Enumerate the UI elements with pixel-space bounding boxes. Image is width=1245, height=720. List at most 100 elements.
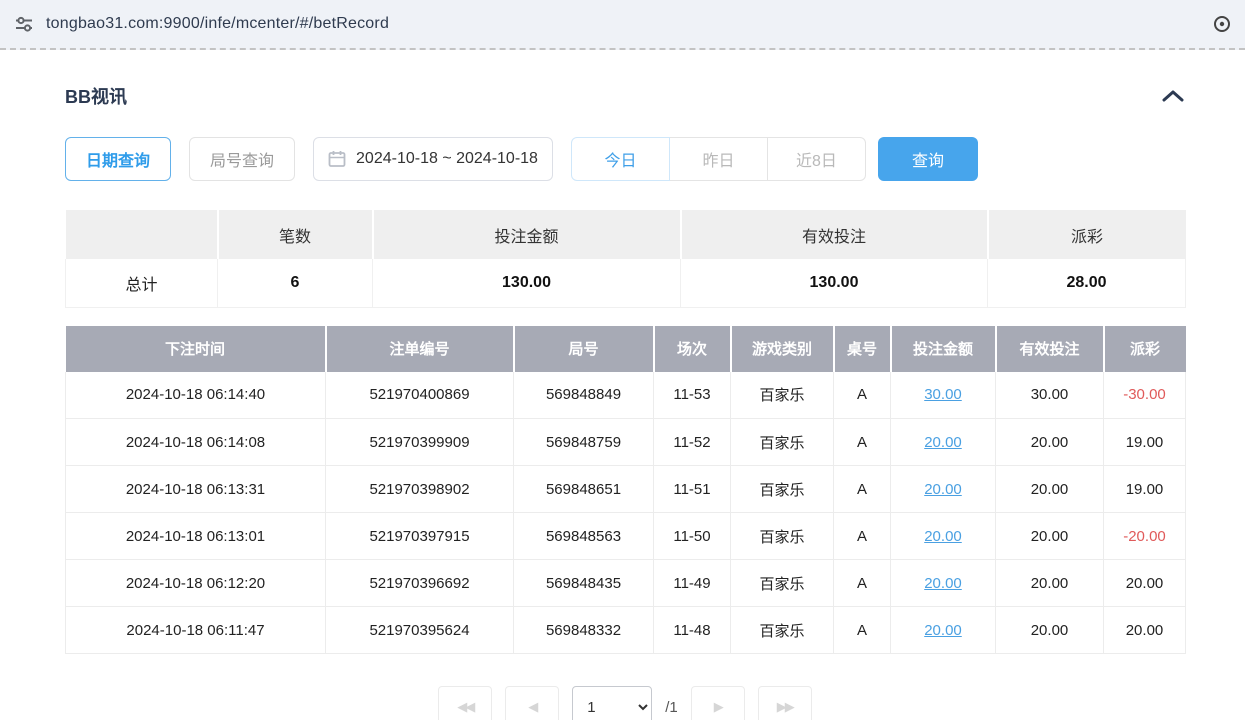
session-cell: 11-49 <box>654 560 731 607</box>
table-code-cell: A <box>834 513 891 560</box>
last-8-days-button[interactable]: 近8日 <box>767 137 866 181</box>
payout-cell: -30.00 <box>1104 372 1186 419</box>
bet-time-cell: 2024-10-18 06:13:01 <box>66 513 326 560</box>
payout-cell: -20.00 <box>1104 513 1186 560</box>
header-valid-bet: 有效投注 <box>996 326 1104 372</box>
table-code-cell: A <box>834 372 891 419</box>
next-page-button[interactable]: ▶ <box>691 686 745 720</box>
calendar-icon <box>328 150 346 168</box>
header-session: 场次 <box>654 326 731 372</box>
quick-range-group: 今日 昨日 近8日 <box>571 137 866 181</box>
header-bet-amount: 投注金额 <box>891 326 996 372</box>
round-number-cell: 569848563 <box>514 513 654 560</box>
game-type-cell: 百家乐 <box>731 560 834 607</box>
table-row: 2024-10-18 06:14:40 521970400869 5698488… <box>66 372 1186 419</box>
table-row: 2024-10-18 06:12:20 521970396692 5698484… <box>66 560 1186 607</box>
table-code-cell: A <box>834 466 891 513</box>
header-game-type: 游戏类别 <box>731 326 834 372</box>
bet-amount-cell: 20.00 <box>891 466 996 513</box>
bet-amount-link[interactable]: 20.00 <box>924 622 962 639</box>
bet-amount-link[interactable]: 20.00 <box>924 481 962 498</box>
game-type-cell: 百家乐 <box>731 419 834 466</box>
table-row: 2024-10-18 06:14:08 521970399909 5698487… <box>66 419 1186 466</box>
collapse-chevron-up-icon[interactable] <box>1161 89 1185 103</box>
page-title: BB视讯 <box>65 83 127 109</box>
panel-header: BB视讯 <box>65 83 1185 109</box>
session-cell: 11-48 <box>654 607 731 654</box>
table-code-cell: A <box>834 607 891 654</box>
valid-bet-cell: 20.00 <box>996 466 1104 513</box>
header-round-number: 局号 <box>514 326 654 372</box>
session-cell: 11-50 <box>654 513 731 560</box>
valid-bet-cell: 20.00 <box>996 560 1104 607</box>
pagination: ◀◀ ◀ 1 /1 ▶ ▶▶ <box>65 686 1185 720</box>
date-range-value: 2024-10-18 ~ 2024-10-18 <box>356 150 538 168</box>
game-type-cell: 百家乐 <box>731 466 834 513</box>
prev-page-button[interactable]: ◀ <box>505 686 559 720</box>
round-number-cell: 569848435 <box>514 560 654 607</box>
valid-bet-cell: 20.00 <box>996 607 1104 654</box>
order-number-cell: 521970398902 <box>326 466 514 513</box>
last-page-button[interactable]: ▶▶ <box>758 686 812 720</box>
browser-extension-icon[interactable] <box>1213 15 1231 33</box>
bet-amount-cell: 30.00 <box>891 372 996 419</box>
payout-cell: 20.00 <box>1104 607 1186 654</box>
bet-time-cell: 2024-10-18 06:11:47 <box>66 607 326 654</box>
bet-amount-link[interactable]: 20.00 <box>924 434 962 451</box>
bet-time-cell: 2024-10-18 06:12:20 <box>66 560 326 607</box>
header-order-number: 注单编号 <box>326 326 514 372</box>
order-number-cell: 521970397915 <box>326 513 514 560</box>
bet-amount-cell: 20.00 <box>891 560 996 607</box>
date-query-tab[interactable]: 日期查询 <box>65 137 171 181</box>
summary-table: 笔数 投注金额 有效投注 派彩 总计 6 130.00 130.00 28.00 <box>65 210 1186 308</box>
bet-amount-cell: 20.00 <box>891 513 996 560</box>
order-number-cell: 521970395624 <box>326 607 514 654</box>
summary-payout-value: 28.00 <box>988 259 1186 307</box>
records-header-row: 下注时间 注单编号 局号 场次 游戏类别 桌号 投注金额 有效投注 派彩 <box>66 326 1186 372</box>
bet-time-cell: 2024-10-18 06:14:40 <box>66 372 326 419</box>
bet-time-cell: 2024-10-18 06:14:08 <box>66 419 326 466</box>
bet-amount-cell: 20.00 <box>891 419 996 466</box>
date-range-input[interactable]: 2024-10-18 ~ 2024-10-18 <box>313 137 553 181</box>
first-page-button[interactable]: ◀◀ <box>438 686 492 720</box>
bet-amount-link[interactable]: 20.00 <box>924 575 962 592</box>
round-query-tab[interactable]: 局号查询 <box>189 137 295 181</box>
game-type-cell: 百家乐 <box>731 513 834 560</box>
order-number-cell: 521970400869 <box>326 372 514 419</box>
bet-amount-link[interactable]: 20.00 <box>924 528 962 545</box>
search-button[interactable]: 查询 <box>878 137 978 181</box>
summary-total-label: 总计 <box>66 259 218 307</box>
page-select[interactable]: 1 <box>572 686 652 720</box>
bet-amount-link[interactable]: 30.00 <box>924 386 962 403</box>
page-total-label: /1 <box>665 699 678 716</box>
summary-header-row: 笔数 投注金额 有效投注 派彩 <box>66 210 1186 259</box>
table-row: 2024-10-18 06:11:47 521970395624 5698483… <box>66 607 1186 654</box>
summary-header-count: 笔数 <box>218 210 373 259</box>
yesterday-button[interactable]: 昨日 <box>669 137 768 181</box>
summary-total-row: 总计 6 130.00 130.00 28.00 <box>66 259 1186 307</box>
payout-cell: 19.00 <box>1104 466 1186 513</box>
round-number-cell: 569848332 <box>514 607 654 654</box>
session-cell: 11-52 <box>654 419 731 466</box>
order-number-cell: 521970399909 <box>326 419 514 466</box>
summary-header-empty <box>66 210 218 259</box>
bet-time-cell: 2024-10-18 06:13:31 <box>66 466 326 513</box>
game-type-cell: 百家乐 <box>731 372 834 419</box>
header-table-code: 桌号 <box>834 326 891 372</box>
summary-header-payout: 派彩 <box>988 210 1186 259</box>
valid-bet-cell: 30.00 <box>996 372 1104 419</box>
bet-records-table: 下注时间 注单编号 局号 场次 游戏类别 桌号 投注金额 有效投注 派彩 202… <box>65 326 1186 655</box>
payout-cell: 19.00 <box>1104 419 1186 466</box>
browser-address-bar: tongbao31.com:9900/infe/mcenter/#/betRec… <box>0 0 1245 50</box>
url-text[interactable]: tongbao31.com:9900/infe/mcenter/#/betRec… <box>46 15 389 33</box>
site-settings-icon[interactable] <box>14 14 34 34</box>
session-cell: 11-51 <box>654 466 731 513</box>
summary-bet-amount-value: 130.00 <box>373 259 681 307</box>
table-row: 2024-10-18 06:13:31 521970398902 5698486… <box>66 466 1186 513</box>
filter-bar: 日期查询 局号查询 2024-10-18 ~ 2024-10-18 今日 昨日 … <box>65 137 1185 181</box>
today-button[interactable]: 今日 <box>571 137 670 181</box>
game-type-cell: 百家乐 <box>731 607 834 654</box>
session-cell: 11-53 <box>654 372 731 419</box>
round-number-cell: 569848849 <box>514 372 654 419</box>
header-bet-time: 下注时间 <box>66 326 326 372</box>
